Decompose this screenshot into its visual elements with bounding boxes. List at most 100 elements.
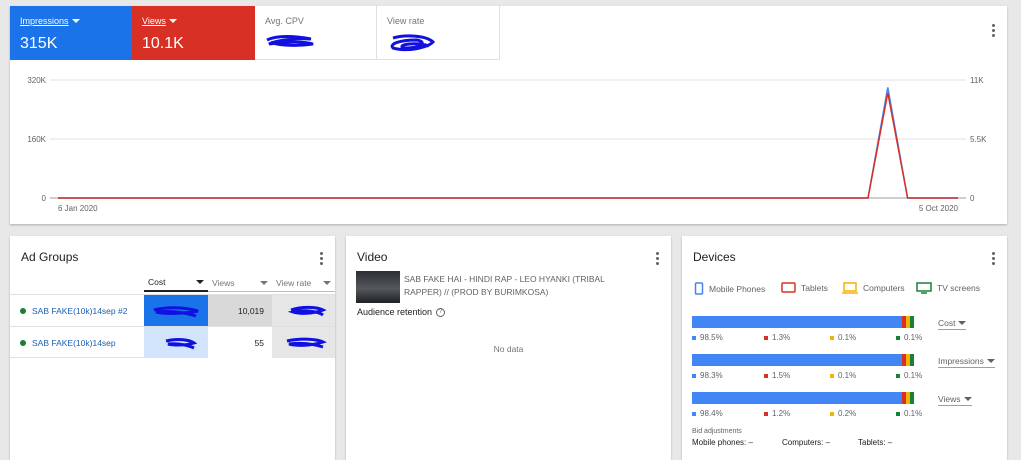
avg-cpv-metric-label: Avg. CPV: [265, 16, 304, 26]
device-share-segment: [910, 316, 914, 328]
view-rate-metric-label: View rate: [387, 16, 425, 26]
device-share-percent: 0.2%: [830, 409, 856, 418]
device-share-percent-text: 98.4%: [700, 409, 723, 418]
device-share-percent-text: 1.2%: [772, 409, 791, 418]
x-axis-start-label: 6 Jan 2020: [58, 204, 98, 213]
device-share-percent: 0.1%: [896, 409, 922, 418]
help-icon[interactable]: ?: [436, 307, 446, 317]
legend-item-computers: Computers: [842, 282, 905, 294]
chevron-down-icon[interactable]: [196, 280, 204, 284]
bid-mobile-phones: Mobile phones: –: [692, 438, 753, 447]
video-card: Video SAB FAKE HAI - HINDI RAP - LEO HYA…: [346, 236, 671, 460]
computer-icon: [842, 282, 858, 294]
device-share-percent: 0.1%: [896, 333, 922, 342]
device-share-percent-text: 0.1%: [904, 409, 923, 418]
tv-screen-icon: [916, 282, 932, 294]
device-share-percent: 1.5%: [764, 371, 790, 380]
views-cell: 10,019: [208, 295, 272, 326]
chevron-down-icon[interactable]: [71, 19, 80, 23]
legend-label: TV screens: [937, 283, 980, 293]
device-share-percent-text: 0.1%: [904, 333, 923, 342]
device-share-percent: 0.1%: [896, 371, 922, 380]
legend-label: Computers: [863, 283, 905, 293]
device-metric-select[interactable]: Views: [938, 394, 972, 406]
redaction-scribble: [165, 337, 198, 349]
redaction-scribble: [153, 305, 199, 317]
more-options-icon[interactable]: [985, 22, 1001, 38]
legend-swatch-icon: [830, 373, 834, 378]
audience-retention-label: Audience retention ?: [357, 307, 446, 317]
chevron-down-icon: [986, 359, 995, 363]
ad-groups-title: Ad Groups: [21, 250, 79, 264]
table-row[interactable]: SAB FAKE(10k)14sep 55: [10, 326, 335, 358]
column-header-label: Cost: [148, 277, 166, 287]
device-share-percent: 98.4%: [692, 409, 723, 418]
views-metric-value: 10.1K: [142, 35, 184, 52]
x-axis-end-label: 5 Oct 2020: [919, 204, 959, 213]
device-metric-select-label: Cost: [938, 318, 956, 328]
impressions-metric-label[interactable]: Impressions: [20, 16, 69, 26]
device-share-percent-text: 0.1%: [904, 371, 923, 380]
impressions-metric-value: 315K: [20, 35, 58, 52]
tablet-icon: [781, 282, 796, 293]
left-axis-tick-label: 320K: [27, 76, 46, 85]
ad-groups-card: Ad Groups Cost Views View rate SAB FAKE(…: [10, 236, 335, 460]
device-share-percent: 0.1%: [830, 371, 856, 380]
redaction-scribble: [266, 35, 314, 47]
bid-tablets: Tablets: –: [858, 438, 893, 447]
left-axis-tick-label: 160K: [27, 135, 46, 144]
legend-label: Tablets: [801, 282, 828, 293]
audience-retention-text: Audience retention: [357, 307, 433, 317]
views-metric-tile[interactable]: Views 10.1K: [132, 6, 255, 60]
right-axis-tick-label: 5.5K: [970, 135, 987, 144]
chevron-down-icon[interactable]: [323, 280, 331, 285]
device-share-segment: [692, 392, 903, 404]
bid-adjustments-label: Bid adjustments: [692, 428, 742, 435]
legend-label: Mobile Phones: [709, 283, 766, 294]
cost-cell: [144, 327, 208, 358]
impressions-metric-tile[interactable]: Impressions 315K: [10, 6, 132, 60]
view-rate-cell: [272, 295, 335, 326]
legend-swatch-icon: [692, 411, 696, 416]
view-rate-metric-tile[interactable]: View rate: [377, 6, 500, 60]
device-metric-select-label: Impressions: [938, 356, 984, 366]
device-metric-select[interactable]: Cost: [938, 318, 967, 330]
views-cell: 55: [208, 327, 272, 358]
column-header-views[interactable]: Views: [208, 274, 272, 292]
right-axis-tick-label: 0: [970, 194, 975, 203]
column-header-view-rate[interactable]: View rate: [272, 274, 335, 292]
video-title[interactable]: SAB FAKE HAI - HINDI RAP - LEO HYANKI (T…: [404, 273, 634, 299]
column-header-label: Views: [212, 277, 235, 288]
more-options-icon[interactable]: [313, 250, 329, 266]
device-share-percent-text: 0.1%: [838, 371, 857, 380]
ad-group-link[interactable]: SAB FAKE(10k)14sep: [32, 338, 116, 348]
chevron-down-icon[interactable]: [260, 280, 268, 285]
redaction-scribble: [287, 305, 327, 316]
mobile-phone-icon: [694, 282, 704, 295]
more-options-icon[interactable]: [985, 250, 1001, 266]
avg-cpv-metric-tile[interactable]: Avg. CPV: [255, 6, 377, 60]
legend-swatch-icon: [896, 335, 900, 340]
table-row[interactable]: SAB FAKE(10k)14sep #2 10,019: [10, 294, 335, 326]
video-thumbnail[interactable]: [356, 271, 400, 303]
right-axis-tick-label: 11K: [970, 76, 984, 85]
chevron-down-icon: [963, 397, 972, 401]
device-share-percent-text: 0.1%: [838, 333, 857, 342]
legend-item-mobile-phones: Mobile Phones: [694, 282, 765, 295]
column-header-cost[interactable]: Cost: [144, 274, 208, 292]
legend-swatch-icon: [692, 335, 696, 340]
views-metric-label[interactable]: Views: [142, 16, 166, 26]
device-share-percent: 98.5%: [692, 333, 723, 342]
legend-swatch-icon: [896, 373, 900, 378]
video-card-title: Video: [357, 250, 388, 264]
chevron-down-icon[interactable]: [168, 19, 177, 23]
redaction-scribble: [390, 34, 436, 52]
device-share-percent-text: 98.3%: [700, 371, 723, 380]
series-line-impressions: [58, 87, 958, 199]
legend-item-tv-screens: TV screens: [916, 282, 980, 294]
more-options-icon[interactable]: [649, 250, 665, 266]
device-share-segment: [692, 316, 903, 328]
device-metric-select[interactable]: Impressions: [938, 356, 995, 368]
ad-group-link[interactable]: SAB FAKE(10k)14sep #2: [32, 306, 127, 316]
chevron-down-icon: [958, 321, 967, 325]
